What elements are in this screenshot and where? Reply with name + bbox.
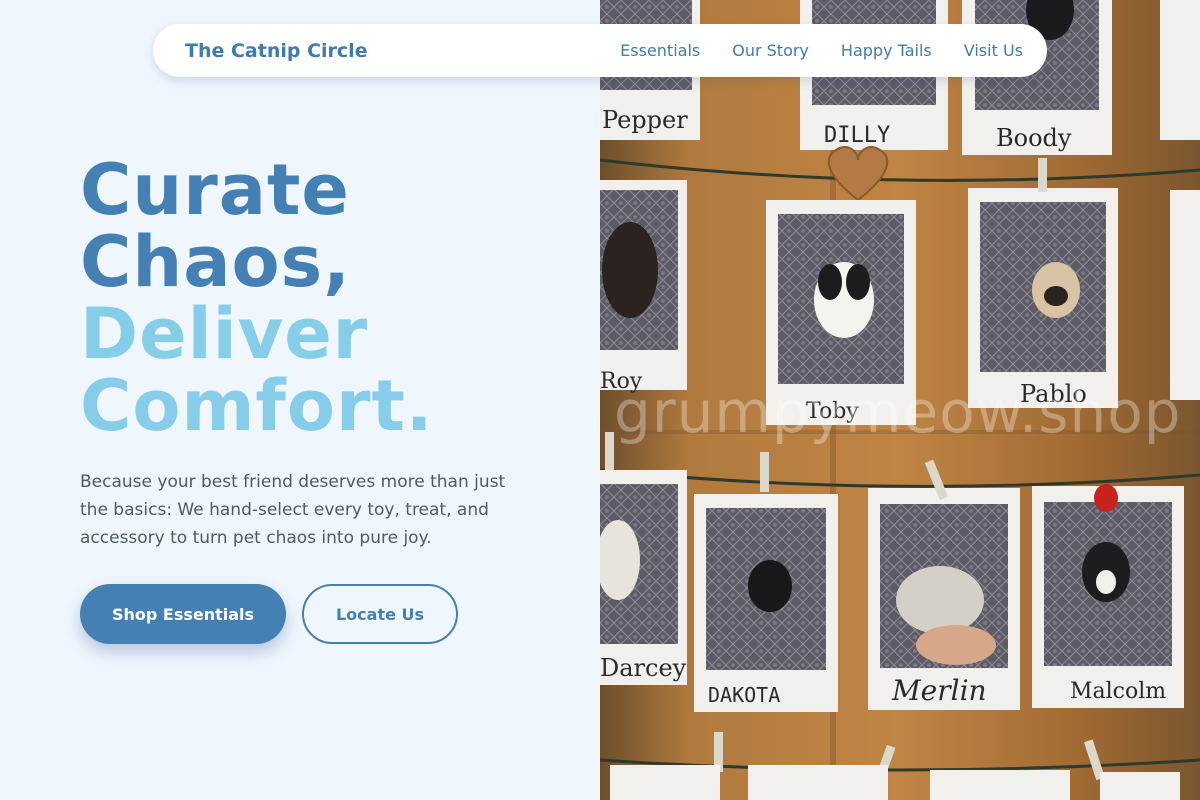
hero-description: Because your best friend deserves more t… [80,472,506,548]
nav-link-happy-tails[interactable]: Happy Tails [841,41,932,60]
brand-logo[interactable]: The Catnip Circle [185,40,368,62]
shop-essentials-button[interactable]: Shop Essentials [80,584,286,644]
hero-title-line: Comfort. [80,365,434,447]
nav-link-our-story[interactable]: Our Story [732,41,809,60]
polaroid-caption: Malcolm [1070,679,1166,704]
polaroid-caption: Boody [996,124,1072,152]
polaroid-caption: DILLY [824,123,890,148]
nav-link-essentials[interactable]: Essentials [620,41,700,60]
hero-title: Curate Chaos, Deliver Comfort. [80,154,580,442]
polaroid-caption: Merlin [891,674,987,707]
hero-title-line: Chaos, [80,221,351,303]
hero-title-line: Deliver [80,293,369,375]
polaroid-caption: Pepper [602,106,688,134]
polaroid-caption: DAKOTA [708,683,780,707]
locate-us-button[interactable]: Locate Us [302,584,458,644]
watermark-text: grumpymeow.shop [614,378,1182,446]
hero-title-line: Curate [80,149,350,231]
polaroid-caption: Darcey [600,654,687,682]
nav-link-visit-us[interactable]: Visit Us [964,41,1023,60]
hero-photo: Pepper DILLY Boody Roy Toby Pablo Darcey… [600,0,1200,800]
nav-links: Essentials Our Story Happy Tails Visit U… [620,41,1023,60]
top-navbar: The Catnip Circle Essentials Our Story H… [153,24,1047,77]
